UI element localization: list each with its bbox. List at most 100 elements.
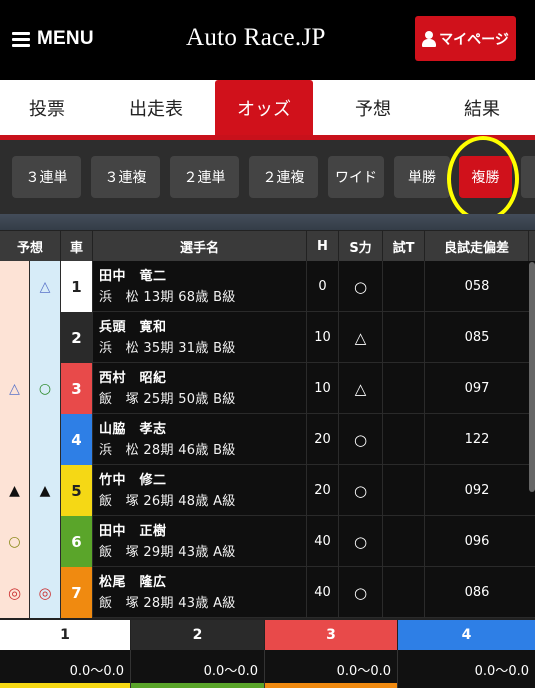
player-name[interactable]: 兵頭 寛和	[99, 316, 167, 335]
car-number: 7	[61, 567, 93, 618]
s-power-mark: ○	[339, 567, 383, 618]
mypage-button[interactable]: マイページ	[415, 16, 516, 61]
bet-quinella-button[interactable]: ２連複	[249, 156, 318, 198]
trial-time	[383, 312, 425, 363]
summary-car-6-strip	[131, 683, 264, 688]
s-power-mark: △	[339, 363, 383, 414]
trial-deviation: 085	[464, 330, 490, 345]
prediction-mark-1-text: △	[9, 380, 20, 397]
mypage-label: マイページ	[439, 31, 509, 48]
trial-deviation: 086	[464, 585, 490, 600]
player-name[interactable]: 西村 昭紀	[99, 367, 167, 386]
player-info: 飯 塚 28期 43歳 A級	[99, 596, 236, 611]
table-row[interactable]: △ ○ 3 西村 昭紀飯 塚 25期 50歳 B級 10 △ 097	[0, 363, 535, 414]
player-cell[interactable]: 田中 正樹飯 塚 29期 43歳 A級	[93, 516, 307, 567]
player-info: 浜 松 13期 68歳 B級	[99, 290, 236, 305]
summary-car-3: 3	[265, 620, 397, 650]
player-name[interactable]: 松尾 隆広	[99, 571, 167, 590]
header-trial-deviation: 良試走偏差	[425, 231, 529, 261]
bet-type-bar: ３連単 ３連複 ２連単 ２連複 ワイド 単勝 複勝	[0, 140, 535, 214]
main-tabs: 投票 出走表 オッズ 予想 結果	[0, 80, 535, 140]
player-name[interactable]: 田中 正樹	[99, 520, 167, 539]
s-power-mark: ○	[339, 261, 383, 312]
bet-place-button[interactable]: 複勝	[459, 156, 512, 198]
divider-strip	[0, 214, 535, 230]
player-name[interactable]: 山脇 孝志	[99, 418, 167, 437]
bet-trifecta-button[interactable]: ３連単	[12, 156, 81, 198]
player-cell[interactable]: 兵頭 寛和浜 松 35期 31歳 B級	[93, 312, 307, 363]
prediction-mark-2-text: ○	[38, 380, 52, 397]
s-power-mark: ○	[339, 516, 383, 567]
prediction-mark-1-text: ○	[8, 533, 21, 550]
player-cell[interactable]: 山脇 孝志浜 松 28期 46歳 B級	[93, 414, 307, 465]
player-cell[interactable]: 竹中 修二飯 塚 26期 48歳 A級	[93, 465, 307, 516]
trial-time	[383, 414, 425, 465]
handicap-value: 0	[307, 261, 339, 312]
car-number: 5	[61, 465, 93, 516]
bet-win-button[interactable]: 単勝	[394, 156, 450, 198]
prediction-mark-1: ◎	[0, 567, 30, 618]
table-row[interactable]: ◎ ◎ 7 松尾 隆広飯 塚 28期 43歳 A級 40 ○ 086	[0, 567, 535, 618]
header-car: 車	[61, 231, 93, 261]
handicap-value: 40	[307, 516, 339, 567]
header-s-power: S力	[339, 231, 383, 261]
site-logo[interactable]: Auto Race.JP	[186, 24, 326, 52]
trial-deviation: 092	[464, 483, 490, 498]
trial-deviation: 096	[464, 534, 490, 549]
summary-car-4: 4	[398, 620, 535, 650]
prediction-mark-2: ▲	[30, 465, 61, 516]
player-info: 飯 塚 26期 48歳 A級	[99, 494, 236, 509]
prediction-mark-1: ▲	[0, 465, 30, 516]
prediction-mark-2: △	[30, 261, 61, 312]
summary-car-5-strip	[0, 683, 130, 688]
prediction-mark-2	[30, 312, 61, 363]
prediction-mark-2: ◎	[30, 567, 61, 618]
player-cell[interactable]: 西村 昭紀飯 塚 25期 50歳 B級	[93, 363, 307, 414]
bet-trio-button[interactable]: ３連複	[91, 156, 160, 198]
odds-summary: 1 2 3 4 0.0〜0.0 0.0〜0.0 0.0〜0.0 0.0〜0.0	[0, 620, 535, 688]
trial-time	[383, 516, 425, 567]
prediction-mark-2-text: ◎	[38, 583, 52, 602]
prediction-mark-2: ○	[30, 363, 61, 414]
player-cell[interactable]: 松尾 隆広飯 塚 28期 43歳 A級	[93, 567, 307, 618]
player-cell[interactable]: 田中 竜二浜 松 13期 68歳 B級	[93, 261, 307, 312]
prediction-mark-2	[30, 414, 61, 465]
summary-odds-4: 0.0〜0.0	[398, 650, 535, 688]
trial-time	[383, 261, 425, 312]
menu-button[interactable]: MENU	[12, 28, 94, 50]
tab-results[interactable]: 結果	[433, 80, 531, 135]
tab-vote[interactable]: 投票	[0, 80, 94, 135]
hamburger-icon	[12, 31, 30, 47]
table-row[interactable]: △ 1 田中 竜二浜 松 13期 68歳 B級 0 ○ 058	[0, 261, 535, 312]
table-row[interactable]: ▲ ▲ 5 竹中 修二飯 塚 26期 48歳 A級 20 ○ 092	[0, 465, 535, 516]
bet-exacta-button[interactable]: ２連単	[170, 156, 239, 198]
table-row[interactable]: ○ 6 田中 正樹飯 塚 29期 43歳 A級 40 ○ 096	[0, 516, 535, 567]
table-row[interactable]: 4 山脇 孝志浜 松 28期 46歳 B級 20 ○ 122	[0, 414, 535, 465]
car-number: 6	[61, 516, 93, 567]
bet-wide-button[interactable]: ワイド	[328, 156, 384, 198]
tab-entries[interactable]: 出走表	[108, 80, 204, 135]
s-power-mark: ○	[339, 414, 383, 465]
player-info: 浜 松 35期 31歳 B級	[99, 341, 236, 356]
user-icon	[422, 30, 437, 47]
tab-prediction[interactable]: 予想	[324, 80, 422, 135]
trial-time	[383, 567, 425, 618]
player-info: 飯 塚 29期 43歳 A級	[99, 545, 236, 560]
s-power-mark: △	[339, 312, 383, 363]
player-name[interactable]: 竹中 修二	[99, 469, 167, 488]
summary-car-2: 2	[131, 620, 264, 650]
bet-more-button[interactable]	[521, 156, 535, 198]
table-row[interactable]: 2 兵頭 寛和浜 松 35期 31歳 B級 10 △ 085	[0, 312, 535, 363]
prediction-mark-1: △	[0, 363, 30, 414]
prediction-mark-1-text: ◎	[7, 583, 22, 602]
table-header: 予想 車 選手名 H S力 試T 良試走偏差	[0, 231, 535, 261]
handicap-value: 20	[307, 414, 339, 465]
player-info: 飯 塚 25期 50歳 B級	[99, 392, 236, 407]
tab-odds[interactable]: オッズ	[215, 80, 313, 135]
player-name[interactable]: 田中 竜二	[99, 265, 167, 284]
car-number: 3	[61, 363, 93, 414]
trial-deviation: 122	[464, 432, 490, 447]
prediction-mark-1-text: ▲	[9, 482, 20, 499]
prediction-mark-2-text: △	[39, 278, 51, 295]
table-scrollbar[interactable]	[529, 262, 535, 492]
